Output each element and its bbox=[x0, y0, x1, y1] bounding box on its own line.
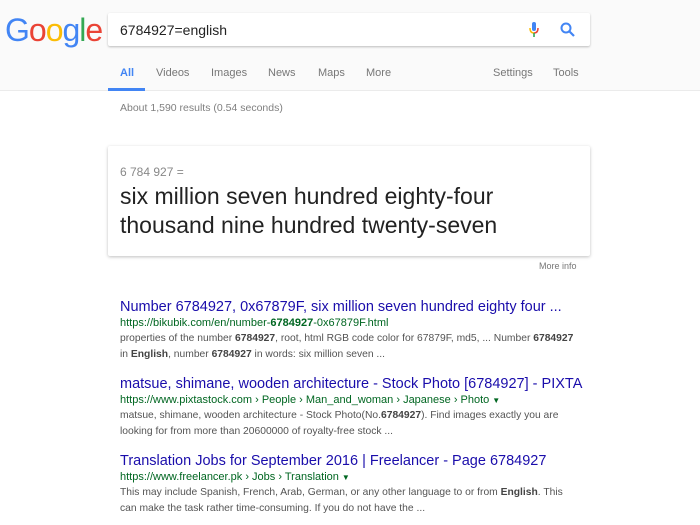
result-url[interactable]: https://bikubik.com/en/number-6784927-0x… bbox=[120, 316, 580, 331]
result-url[interactable]: https://www.pixtastock.com › People › Ma… bbox=[120, 393, 580, 408]
logo-letter: o bbox=[28, 12, 47, 48]
result-title[interactable]: Number 6784927, 0x67879F, six million se… bbox=[120, 298, 580, 316]
result-title[interactable]: Translation Jobs for September 2016 | Fr… bbox=[120, 452, 580, 470]
tab-more[interactable]: More bbox=[366, 67, 391, 79]
snippet-text: , root, html RGB code color for 67879F, … bbox=[275, 333, 534, 344]
snippet-bold: 6784927 bbox=[211, 349, 252, 360]
tab-news[interactable]: News bbox=[268, 67, 296, 79]
tab-videos[interactable]: Videos bbox=[156, 67, 189, 79]
result-stats: About 1,590 results (0.54 seconds) bbox=[120, 102, 283, 114]
result-url[interactable]: https://www.freelancer.pk › Jobs › Trans… bbox=[120, 470, 580, 485]
logo-letter: e bbox=[85, 12, 103, 48]
answer-text: six million seven hundred eighty-four th… bbox=[120, 182, 580, 240]
search-result: Number 6784927, 0x67879F, six million se… bbox=[120, 298, 580, 363]
url-part: https://bikubik.com/en/number- bbox=[120, 317, 271, 329]
search-input[interactable]: 6784927=english bbox=[108, 13, 590, 46]
answer-expression: 6 784 927 = bbox=[120, 165, 184, 179]
more-info-link[interactable]: More info bbox=[539, 261, 577, 271]
tab-maps[interactable]: Maps bbox=[318, 67, 345, 79]
snippet-text: matsue, shimane, wooden architecture - S… bbox=[120, 410, 381, 421]
url-bold: 6784927 bbox=[270, 317, 314, 329]
snippet-bold: English bbox=[500, 487, 538, 498]
url-part: -0x67879F.html bbox=[313, 317, 389, 329]
result-snippet: This may include Spanish, French, Arab, … bbox=[120, 485, 580, 517]
result-snippet: matsue, shimane, wooden architecture - S… bbox=[120, 408, 580, 440]
header: Google 6784927=english All Videos Images… bbox=[0, 0, 700, 91]
answer-card: 6 784 927 = six million seven hundred ei… bbox=[108, 146, 590, 256]
snippet-bold: 6784927 bbox=[235, 333, 276, 344]
tab-images[interactable]: Images bbox=[211, 67, 247, 79]
result-title[interactable]: matsue, shimane, wooden architecture - S… bbox=[120, 375, 582, 393]
snippet-bold: English bbox=[130, 349, 169, 360]
tab-all[interactable]: All bbox=[120, 67, 134, 79]
search-icon[interactable] bbox=[560, 22, 576, 38]
active-tab-indicator bbox=[108, 88, 145, 91]
snippet-text: properties of the number bbox=[120, 333, 236, 344]
caret-down-icon[interactable]: ▼ bbox=[342, 473, 350, 482]
answer-line: thousand nine hundred twenty-seven bbox=[120, 212, 498, 238]
logo-letter: o bbox=[45, 12, 64, 48]
snippet-bold: 6784927 bbox=[533, 333, 574, 344]
tools-link[interactable]: Tools bbox=[553, 67, 579, 79]
url-part: https://www.freelancer.pk › Jobs › Trans… bbox=[120, 471, 339, 483]
snippet-text: in bbox=[120, 349, 131, 360]
logo-letter: G bbox=[5, 12, 30, 48]
search-result: matsue, shimane, wooden architecture - S… bbox=[120, 375, 582, 440]
snippet-text: in words: six million seven ... bbox=[251, 349, 386, 360]
url-part: https://www.pixtastock.com › People › Ma… bbox=[120, 394, 490, 406]
settings-link[interactable]: Settings bbox=[493, 67, 533, 79]
snippet-text: , number bbox=[168, 349, 212, 360]
result-snippet: properties of the number 6784927, root, … bbox=[120, 331, 580, 363]
search-result: Translation Jobs for September 2016 | Fr… bbox=[120, 452, 580, 517]
caret-down-icon[interactable]: ▼ bbox=[492, 396, 500, 405]
microphone-icon[interactable] bbox=[529, 22, 539, 38]
snippet-text: This may include Spanish, French, Arab, … bbox=[120, 487, 501, 498]
answer-line: six million seven hundred eighty-four bbox=[120, 183, 494, 209]
logo-letter: g bbox=[62, 12, 80, 48]
search-query[interactable]: 6784927=english bbox=[120, 22, 227, 38]
google-logo[interactable]: Google bbox=[5, 12, 103, 49]
snippet-bold: 6784927 bbox=[380, 410, 422, 421]
